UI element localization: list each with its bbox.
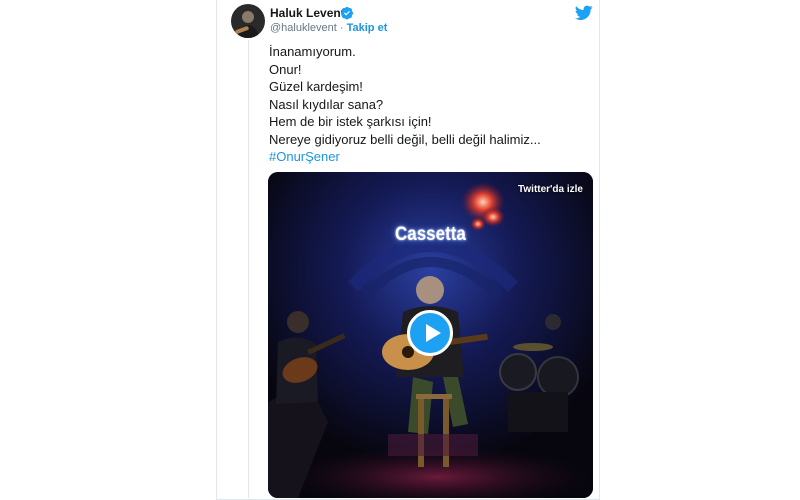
play-icon bbox=[426, 324, 441, 342]
author-handle[interactable]: @haluklevent bbox=[270, 22, 337, 34]
tweet-line: İnanamıyorum. bbox=[269, 44, 356, 59]
hashtag-link[interactable]: #OnurŞener bbox=[269, 148, 589, 166]
thread-line bbox=[248, 40, 249, 498]
verified-badge-icon bbox=[340, 6, 354, 20]
tweet-line: Hem de bir istek şarkısı için! bbox=[269, 114, 432, 129]
separator-dot: · bbox=[336, 22, 347, 34]
watch-on-twitter-button[interactable]: Twitter'da izle bbox=[518, 184, 583, 195]
avatar-image bbox=[231, 4, 265, 38]
tweet-line: Nasıl kıydılar sana? bbox=[269, 96, 384, 112]
tweet-line: Güzel kardeşim! bbox=[269, 79, 363, 94]
follow-button[interactable]: Takip et bbox=[347, 22, 388, 34]
avatar[interactable] bbox=[231, 4, 265, 38]
handle-line: @haluklevent · Takip et bbox=[270, 22, 387, 34]
play-button[interactable] bbox=[407, 310, 453, 356]
video-player[interactable]: Cassetta Twitter'da izle bbox=[268, 172, 593, 498]
twitter-bird-icon[interactable] bbox=[575, 5, 593, 21]
tweet-line: Onur! bbox=[269, 61, 302, 77]
tweet-text: İnanamıyorum. Onur! Güzel kardeşim! Nası… bbox=[269, 43, 589, 166]
page: Haluk Levent @haluklevent · Takip et İna… bbox=[0, 0, 800, 500]
tweet-line: Nereye gidiyoruz belli değil, belli deği… bbox=[269, 131, 541, 147]
cassetta-sign: Cassetta bbox=[395, 222, 466, 245]
tweet-card: Haluk Levent @haluklevent · Takip et İna… bbox=[216, 0, 600, 500]
author-name[interactable]: Haluk Levent bbox=[270, 6, 345, 20]
